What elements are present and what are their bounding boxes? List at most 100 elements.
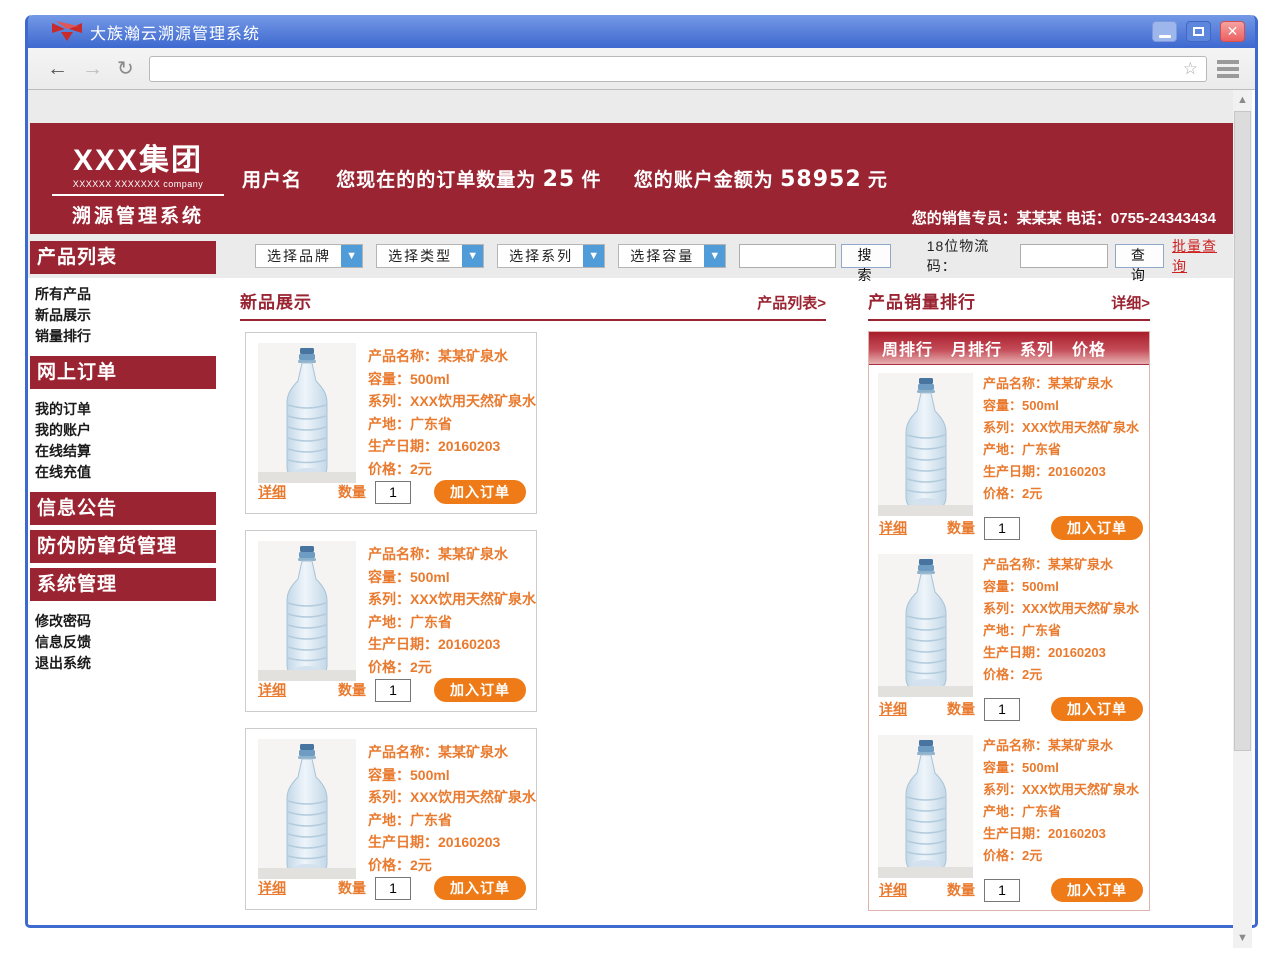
chevron-down-icon[interactable]: ▼: [704, 245, 725, 267]
quantity-input[interactable]: [375, 679, 411, 702]
quantity-label: 数量: [947, 518, 975, 538]
series-select[interactable]: 选择系列 ▼: [497, 244, 605, 268]
sales-ranking-panel: 周排行 月排行 系列 价格: [868, 331, 1150, 911]
tab-monthly-ranking[interactable]: 月排行: [951, 336, 1002, 360]
sidebar-section-anticounterfeit[interactable]: 防伪防窜货管理: [30, 530, 216, 563]
sales-agent-info: 您的销售专员：某某某 电话：0755-24343434: [912, 207, 1216, 228]
product-card-actions: 详细 数量 加入订单: [879, 516, 1143, 540]
quantity-input[interactable]: [984, 517, 1020, 540]
water-bottle-icon: [278, 743, 336, 877]
product-price: 价格：2元: [368, 854, 536, 877]
tab-price[interactable]: 价格: [1072, 336, 1106, 360]
bookmark-star-icon[interactable]: ☆: [1183, 59, 1198, 79]
query-button[interactable]: 查询: [1115, 244, 1164, 268]
detail-link[interactable]: 详细: [879, 518, 907, 538]
scrollbar-thumb[interactable]: [1234, 111, 1251, 751]
sidebar-item-my-orders[interactable]: 我的订单: [35, 399, 216, 420]
product-price: 价格：2元: [983, 483, 1139, 505]
company-logo: XXX集团 XXXXXX XXXXXXX company 溯源管理系统: [52, 135, 224, 228]
sidebar-item-sales-ranking[interactable]: 销量排行: [35, 326, 216, 347]
product-series: 系列：XXX饮用天然矿泉水: [983, 779, 1139, 801]
product-card-actions: 详细 数量 加入订单: [258, 480, 526, 504]
address-bar[interactable]: ☆: [149, 56, 1207, 82]
chevron-down-icon[interactable]: ▼: [462, 245, 483, 267]
product-card: 产品名称：某某矿泉水 容量：500ml 系列：XXX饮用天然矿泉水 产地：广东省…: [869, 365, 1149, 546]
browser-toolbar: ← → ↻ ☆: [28, 48, 1255, 90]
sidebar-section-online-orders[interactable]: 网上订单: [30, 356, 216, 389]
sidebar-item-all-products[interactable]: 所有产品: [35, 284, 216, 305]
product-image: [878, 735, 973, 878]
logistics-code-input[interactable]: [1020, 244, 1108, 268]
sidebar-item-logout[interactable]: 退出系统: [35, 653, 216, 674]
page-scrollbar[interactable]: ▲ ▼: [1233, 90, 1252, 948]
sidebar-item-online-recharge[interactable]: 在线充值: [35, 462, 216, 483]
add-to-order-button[interactable]: 加入订单: [1051, 516, 1143, 540]
sidebar-section-product-list[interactable]: 产品列表: [30, 241, 216, 274]
sidebar-item-my-account[interactable]: 我的账户: [35, 420, 216, 441]
detail-link[interactable]: 详细: [879, 699, 907, 719]
add-to-order-button[interactable]: 加入订单: [434, 480, 526, 504]
product-card-body: 产品名称：某某矿泉水 容量：500ml 系列：XXX饮用天然矿泉水 产地：广东省…: [869, 727, 1149, 878]
site-header: XXX集团 XXXXXX XXXXXXX company 溯源管理系统 用户名 …: [30, 123, 1234, 234]
add-to-order-button[interactable]: 加入订单: [1051, 697, 1143, 721]
maximize-button[interactable]: [1186, 21, 1211, 42]
quantity-input[interactable]: [984, 879, 1020, 902]
username: 用户名: [242, 170, 302, 191]
product-origin: 产地：广东省: [983, 620, 1139, 642]
search-input[interactable]: [739, 244, 836, 268]
product-image: [878, 373, 973, 516]
water-bottle-icon: [278, 545, 336, 679]
window-title: 大族瀚云溯源管理系统: [90, 20, 260, 44]
product-origin: 产地：广东省: [983, 801, 1139, 823]
sidebar-item-change-password[interactable]: 修改密码: [35, 611, 216, 632]
chevron-down-icon[interactable]: ▼: [341, 245, 362, 267]
product-list-more-link[interactable]: 产品列表>: [757, 292, 826, 313]
type-select[interactable]: 选择类型 ▼: [376, 244, 484, 268]
product-series: 系列：XXX饮用天然矿泉水: [368, 588, 536, 611]
scroll-down-icon[interactable]: ▼: [1233, 928, 1252, 948]
tab-series[interactable]: 系列: [1020, 336, 1054, 360]
sidebar-section-system[interactable]: 系统管理: [30, 568, 216, 601]
add-to-order-button[interactable]: 加入订单: [434, 876, 526, 900]
brand-select[interactable]: 选择品牌 ▼: [255, 244, 363, 268]
batch-query-link[interactable]: 批量查询: [1172, 236, 1231, 276]
ranking-more-link[interactable]: 详细>: [1111, 292, 1150, 313]
product-card-body: 产品名称：某某矿泉水 容量：500ml 系列：XXX饮用天然矿泉水 产地：广东省…: [869, 546, 1149, 697]
detail-link[interactable]: 详细: [879, 880, 907, 900]
water-bottle-icon: [897, 377, 955, 511]
product-card-body: 产品名称：某某矿泉水 容量：500ml 系列：XXX饮用天然矿泉水 产地：广东省…: [246, 333, 536, 483]
detail-link[interactable]: 详细: [258, 680, 286, 700]
product-date: 生产日期：20160203: [368, 831, 536, 854]
product-volume: 容量：500ml: [983, 757, 1139, 779]
chevron-down-icon[interactable]: ▼: [583, 245, 604, 267]
back-icon[interactable]: ←: [47, 58, 68, 79]
tab-weekly-ranking[interactable]: 周排行: [882, 336, 933, 360]
scroll-up-icon[interactable]: ▲: [1233, 90, 1252, 110]
search-button[interactable]: 搜索: [841, 244, 890, 268]
sidebar-list: 我的订单 我的账户 在线结算 在线充值: [30, 394, 216, 492]
quantity-input[interactable]: [375, 481, 411, 504]
product-volume: 容量：500ml: [368, 368, 536, 391]
sidebar-section-announcements[interactable]: 信息公告: [30, 492, 216, 525]
add-to-order-button[interactable]: 加入订单: [1051, 878, 1143, 902]
close-button[interactable]: ✕: [1220, 21, 1245, 42]
forward-icon[interactable]: →: [82, 58, 103, 79]
sidebar-item-online-settlement[interactable]: 在线结算: [35, 441, 216, 462]
detail-link[interactable]: 详细: [258, 482, 286, 502]
quantity-input[interactable]: [375, 877, 411, 900]
quantity-input[interactable]: [984, 698, 1020, 721]
refresh-icon[interactable]: ↻: [117, 59, 134, 79]
minimize-button[interactable]: [1152, 21, 1177, 42]
add-to-order-button[interactable]: 加入订单: [434, 678, 526, 702]
product-card: 产品名称：某某矿泉水 容量：500ml 系列：XXX饮用天然矿泉水 产地：广东省…: [245, 530, 537, 712]
sidebar-item-new-products[interactable]: 新品展示: [35, 305, 216, 326]
capacity-select[interactable]: 选择容量 ▼: [618, 244, 726, 268]
menu-icon[interactable]: [1217, 57, 1239, 81]
account-balance: 58952: [780, 167, 862, 192]
product-price: 价格：2元: [368, 656, 536, 679]
product-origin: 产地：广东省: [368, 809, 536, 832]
order-count: 25: [543, 167, 576, 192]
detail-link[interactable]: 详细: [258, 878, 286, 898]
sidebar-item-feedback[interactable]: 信息反馈: [35, 632, 216, 653]
product-card: 产品名称：某某矿泉水 容量：500ml 系列：XXX饮用天然矿泉水 产地：广东省…: [869, 546, 1149, 727]
